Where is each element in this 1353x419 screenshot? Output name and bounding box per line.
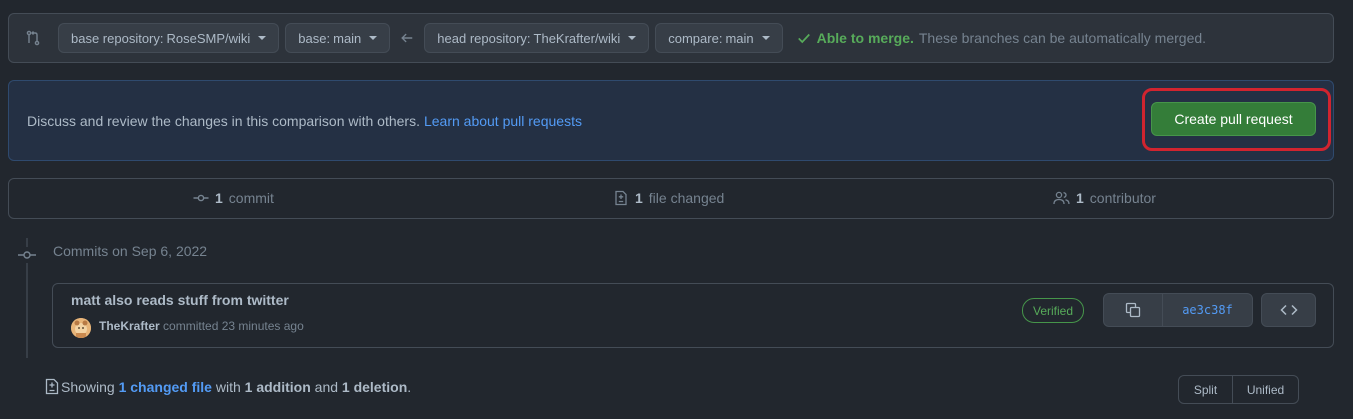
base-repository-value: RoseSMP/wiki xyxy=(166,30,251,46)
summary-with: with xyxy=(215,378,241,395)
base-branch-label: base: xyxy=(298,30,331,46)
commits-label: commit xyxy=(228,190,274,206)
merge-status-label: Able to merge. xyxy=(816,30,914,46)
files-changed-stat[interactable]: 1 file changed xyxy=(613,188,724,208)
arrow-left-icon xyxy=(400,31,414,45)
deletions-count: 1 deletion xyxy=(341,378,408,395)
base-repository-label: base repository: xyxy=(71,30,164,46)
unified-view-button[interactable]: Unified xyxy=(1233,376,1298,403)
verified-badge[interactable]: Verified xyxy=(1022,298,1085,323)
learn-about-pull-requests-link[interactable]: Learn about pull requests xyxy=(424,113,582,129)
caret-down-icon xyxy=(761,36,770,40)
head-repository-label: head repository: xyxy=(437,30,531,46)
check-icon xyxy=(797,31,811,45)
commit-meta: TheKrafter committed 23 minutes ago xyxy=(99,319,304,333)
people-icon xyxy=(1053,190,1070,206)
summary-prefix: Showing xyxy=(61,378,115,395)
git-compare-icon xyxy=(25,28,45,48)
caret-down-icon xyxy=(628,36,637,40)
base-branch-value: main xyxy=(333,30,362,46)
code-icon xyxy=(1279,302,1298,318)
banner-text: Discuss and review the changes in this c… xyxy=(27,112,420,129)
head-repository-value: TheKrafter/wiki xyxy=(533,30,621,46)
browse-repository-button[interactable] xyxy=(1261,293,1316,327)
compare-branch-select[interactable]: compare: main xyxy=(655,23,783,53)
file-diff-icon xyxy=(44,378,60,395)
contributors-stat[interactable]: 1 contributor xyxy=(1053,188,1156,208)
summary-and: and xyxy=(314,378,339,395)
base-branch-select[interactable]: base: main xyxy=(285,23,391,53)
summary-period: . xyxy=(407,378,412,395)
commit-sha-link[interactable]: ae3c38f xyxy=(1163,294,1252,326)
compare-branch-label: compare: xyxy=(668,30,723,46)
split-view-button[interactable]: Split xyxy=(1179,376,1233,403)
merge-status-description: These branches can be automatically merg… xyxy=(918,30,1207,46)
compare-branch-value: main xyxy=(725,30,754,46)
range-editor: base repository: RoseSMP/wiki base: main… xyxy=(8,13,1334,63)
additions-count: 1 addition xyxy=(244,378,311,395)
file-diff-icon xyxy=(613,190,629,206)
commit-sha-group: ae3c38f xyxy=(1103,293,1253,327)
diff-view-toggle: Split Unified xyxy=(1178,375,1299,404)
git-commit-icon xyxy=(17,247,37,263)
avatar[interactable] xyxy=(71,318,91,338)
commit-message-link[interactable]: matt also reads stuff from twitter xyxy=(71,292,289,308)
copy-icon xyxy=(1125,302,1141,318)
commits-date-heading: Commits on Sep 6, 2022 xyxy=(53,243,208,259)
contributors-count: 1 xyxy=(1076,190,1084,206)
commit-author-link[interactable]: TheKrafter xyxy=(99,319,160,333)
copy-sha-button[interactable] xyxy=(1104,294,1163,326)
caret-down-icon xyxy=(258,36,267,40)
merge-status: Able to merge. These branches can be aut… xyxy=(797,30,1206,46)
commits-stat[interactable]: 1 commit xyxy=(193,188,274,208)
commit-time: committed 23 minutes ago xyxy=(163,319,304,333)
files-count: 1 xyxy=(635,190,643,206)
contributors-label: contributor xyxy=(1089,190,1156,206)
git-commit-icon xyxy=(193,190,209,206)
head-repository-select[interactable]: head repository: TheKrafter/wiki xyxy=(424,23,650,53)
caret-down-icon xyxy=(369,36,378,40)
commits-count: 1 xyxy=(215,190,223,206)
create-pull-request-button[interactable]: Create pull request xyxy=(1151,102,1316,136)
diff-summary: Showing 1 changed file with 1 addition a… xyxy=(44,378,411,395)
base-repository-select[interactable]: base repository: RoseSMP/wiki xyxy=(58,23,280,53)
changed-files-link[interactable]: 1 changed file xyxy=(119,379,212,395)
discuss-banner: Discuss and review the changes in this c… xyxy=(8,80,1334,161)
files-label: file changed xyxy=(648,190,725,206)
